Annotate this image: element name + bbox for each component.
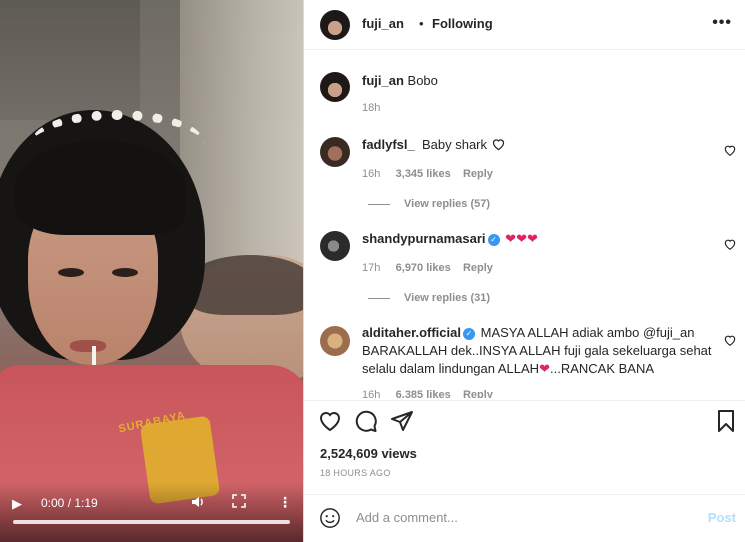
verified-badge-icon: ✓	[487, 233, 500, 246]
heart-emoji: ❤	[539, 361, 550, 376]
comment-username[interactable]: fadlyfsl_	[362, 137, 415, 152]
caption-username[interactable]: fuji_an	[362, 73, 404, 88]
caption-avatar[interactable]	[320, 72, 350, 102]
add-comment-bar: Post	[304, 494, 745, 542]
replies-line	[368, 203, 390, 205]
video-time: 0:00 / 1:19	[41, 496, 98, 510]
reply-button[interactable]: Reply	[463, 168, 493, 180]
like-comment-icon[interactable]	[723, 237, 737, 251]
comment-text-line3-tail: ...RANCAK BANA	[549, 361, 655, 376]
emoji-icon[interactable]	[319, 507, 341, 529]
comment-username[interactable]: shandypurnamasari	[362, 231, 486, 246]
comment-input[interactable]	[354, 509, 688, 526]
post-button[interactable]: Post	[708, 510, 736, 525]
comment-likes[interactable]: 3,345 likes	[396, 168, 451, 180]
caption-time: 18h	[362, 102, 381, 114]
view-count[interactable]: 2,524,609 views	[320, 446, 417, 461]
more-horizontal-icon[interactable]: •••	[712, 14, 732, 32]
replies-line	[368, 297, 390, 299]
post-header: fuji_an • Following •••	[304, 0, 745, 50]
comment-text: ❤❤❤	[505, 231, 538, 246]
right-eye	[112, 268, 138, 277]
fullscreen-icon[interactable]	[232, 494, 246, 511]
video-player[interactable]: SURABAYA ▶ 0:00 / 1:19 ⋮	[0, 0, 303, 542]
post-time: 18 HOURS AGO	[320, 468, 391, 478]
comment-3: alditaher.official ✓ MASYA ALLAH adiak am…	[362, 324, 712, 378]
video-controls: ▶ 0:00 / 1:19 ⋮	[0, 482, 303, 542]
comment-likes[interactable]: 6,970 likes	[396, 262, 451, 274]
view-replies-label: View replies (57)	[404, 198, 491, 210]
comment-icon[interactable]	[354, 409, 378, 433]
caption: fuji_an Bobo	[362, 72, 438, 90]
play-icon[interactable]: ▶	[12, 496, 26, 511]
volume-icon[interactable]	[190, 494, 206, 513]
separator-dot: •	[419, 16, 424, 31]
like-comment-icon[interactable]	[723, 333, 737, 347]
comment-meta: 17h 6,970 likes Reply	[362, 262, 493, 274]
following-button[interactable]: Following	[432, 16, 493, 31]
comment-1: fadlyfsl_ Baby shark	[362, 136, 506, 154]
post-details: fuji_an • Following ••• fuji_an Bobo 18h…	[303, 0, 745, 542]
comment-time: 16h	[362, 168, 381, 180]
bookmark-icon[interactable]	[714, 409, 738, 433]
view-replies-label: View replies (31)	[404, 292, 491, 304]
reply-button[interactable]: Reply	[463, 262, 493, 274]
comment-text-line3: selalu dalam lindungan ALLAH	[362, 361, 540, 376]
comment-avatar[interactable]	[320, 137, 350, 167]
comment-text: Baby shark	[421, 137, 488, 152]
comment-time: 16h	[362, 389, 381, 398]
share-icon[interactable]	[390, 409, 414, 433]
avatar[interactable]	[320, 10, 350, 40]
comment-meta: 16h 3,345 likes Reply	[362, 168, 493, 180]
view-replies[interactable]: View replies (31)	[368, 292, 490, 304]
background-wall	[0, 0, 140, 120]
comment-username[interactable]: alditaher.official	[362, 325, 461, 340]
comment-text-line2: BARAKALLAH dek..INSYA ALLAH fuji gala se…	[362, 343, 712, 358]
comment-meta: 16h 6,385 likes Reply	[362, 389, 493, 398]
comment-likes[interactable]: 6,385 likes	[396, 389, 451, 398]
verified-badge-icon: ✓	[462, 327, 475, 340]
comment-avatar[interactable]	[320, 326, 350, 356]
progress-bar[interactable]	[13, 520, 290, 524]
comment-avatar[interactable]	[320, 231, 350, 261]
action-bar	[304, 400, 745, 441]
left-eye	[58, 268, 84, 277]
header-username[interactable]: fuji_an	[362, 16, 404, 31]
reply-button[interactable]: Reply	[463, 389, 493, 398]
like-comment-icon[interactable]	[723, 143, 737, 157]
controls-row: ▶ 0:00 / 1:19 ⋮	[0, 492, 303, 514]
more-vertical-icon[interactable]: ⋮	[278, 494, 292, 511]
comment-text-line1: MASYA ALLAH adiak ambo @fuji_an	[480, 325, 695, 340]
comment-2: shandypurnamasari ✓ ❤❤❤	[362, 230, 538, 248]
pearl-headband	[30, 110, 205, 180]
caption-text: Bobo	[407, 73, 438, 88]
heart-icon[interactable]	[318, 409, 342, 433]
comment-time: 17h	[362, 262, 381, 274]
view-replies[interactable]: View replies (57)	[368, 198, 490, 210]
mouth	[70, 340, 106, 352]
heart-outline-icon	[492, 139, 504, 151]
